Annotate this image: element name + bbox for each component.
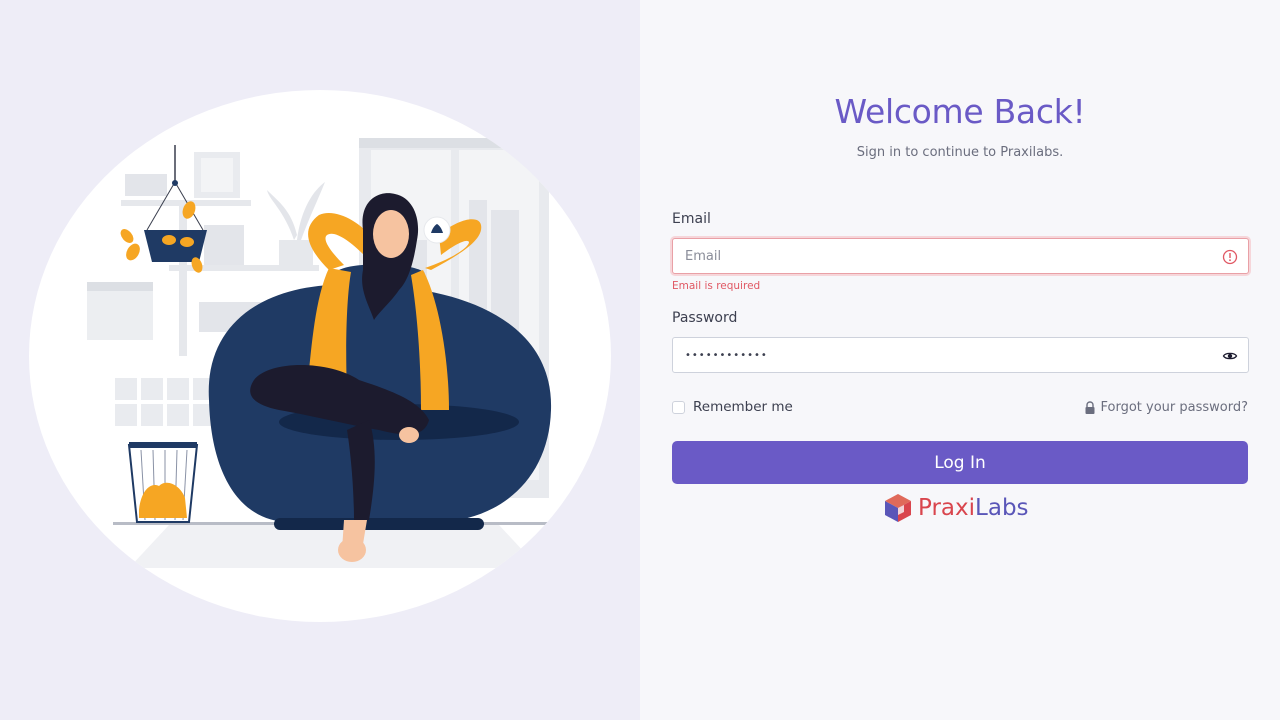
email-error-message: Email is required — [672, 280, 761, 292]
login-button[interactable]: Log In — [672, 441, 1248, 484]
password-input[interactable] — [673, 338, 1193, 372]
error-circle-icon — [1222, 249, 1238, 265]
remember-me-checkbox[interactable] — [672, 400, 685, 414]
logo-text-part2: Labs — [975, 495, 1029, 521]
page-title: Welcome Back! — [834, 92, 1086, 131]
login-panel: Welcome Back! Sign in to continue to Pra… — [640, 0, 1280, 720]
email-input[interactable] — [673, 239, 1193, 273]
lock-icon — [1085, 400, 1095, 414]
woman-relaxing-illustration — [87, 138, 553, 568]
logo-text: PraxiLabs — [918, 495, 1029, 521]
logo-text-part1: Praxi — [918, 495, 976, 521]
password-field-wrapper — [672, 337, 1249, 373]
remember-me-label: Remember me — [693, 399, 793, 415]
praxilabs-logo: PraxiLabs — [882, 491, 1029, 525]
remember-me-option[interactable]: Remember me — [672, 398, 793, 416]
email-label: Email — [672, 211, 711, 227]
forgot-password-label: Forgot your password? — [1100, 400, 1248, 415]
illustration-circle — [29, 90, 611, 622]
eye-icon[interactable] — [1222, 348, 1238, 364]
page-subtitle: Sign in to continue to Praxilabs. — [856, 145, 1064, 160]
email-field-wrapper — [672, 238, 1249, 274]
cube-logo-icon — [885, 494, 911, 522]
illustration-panel — [0, 0, 640, 720]
password-label: Password — [672, 310, 738, 326]
forgot-password-link[interactable]: Forgot your password? — [1084, 399, 1248, 416]
